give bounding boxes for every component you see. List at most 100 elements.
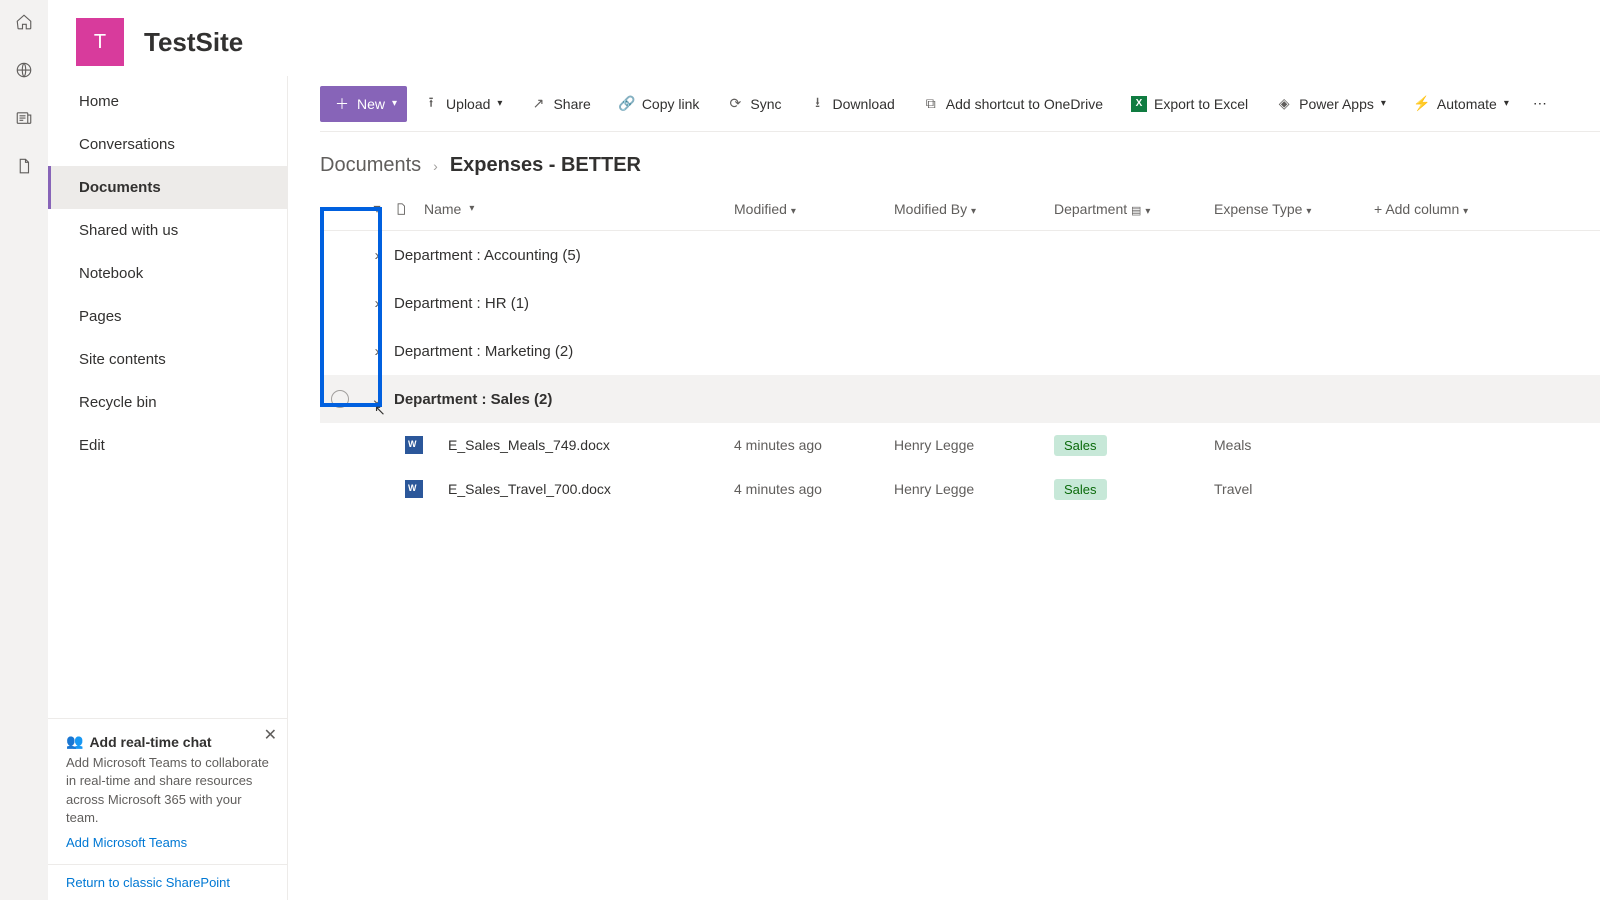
- shortcut-label: Add shortcut to OneDrive: [946, 96, 1103, 112]
- chevron-down-icon: ▾: [1504, 98, 1509, 109]
- upload-button[interactable]: ⭱ Upload ▾: [411, 86, 514, 122]
- site-tile[interactable]: T: [76, 18, 124, 66]
- cell-modified: 4 minutes ago: [734, 481, 894, 497]
- more-button[interactable]: ⋯: [1525, 86, 1555, 122]
- nav-documents[interactable]: Documents: [48, 166, 287, 209]
- upload-icon: ⭱: [423, 96, 439, 112]
- groupby-icon: ▤: [1131, 205, 1141, 217]
- automate-icon: ⚡: [1414, 96, 1430, 112]
- expand-toggle[interactable]: ›: [360, 247, 394, 264]
- chevron-right-icon: ›: [375, 343, 380, 360]
- col-modified-label: Modified: [734, 201, 787, 217]
- promo-link[interactable]: Add Microsoft Teams: [66, 835, 269, 850]
- file-name[interactable]: E_Sales_Meals_749.docx: [424, 437, 734, 453]
- teams-promo: ✕ 👥Add real-time chat Add Microsoft Team…: [48, 718, 287, 864]
- teams-icon: 👥: [66, 733, 83, 750]
- breadcrumb-folder: Expenses - BETTER: [450, 154, 641, 177]
- chevron-right-icon: ›: [375, 295, 380, 312]
- automate-label: Automate: [1437, 96, 1497, 112]
- nav-notebook[interactable]: Notebook: [48, 252, 287, 295]
- nav-shared[interactable]: Shared with us: [48, 209, 287, 252]
- col-name[interactable]: Name ▾: [424, 201, 734, 217]
- col-name-label: Name: [424, 201, 461, 217]
- sync-icon: ⟳: [727, 96, 743, 112]
- nav-recyclebin[interactable]: Recycle bin: [48, 381, 287, 424]
- site-header: T TestSite: [48, 0, 1600, 76]
- chevron-down-icon: ▾: [1145, 206, 1150, 217]
- col-etype-label: Expense Type: [1214, 201, 1302, 217]
- classic-link[interactable]: Return to classic SharePoint: [48, 864, 287, 900]
- col-dept-label: Department: [1054, 201, 1127, 217]
- powerapps-icon: ◈: [1276, 96, 1292, 112]
- col-expensetype[interactable]: Expense Type ▾: [1214, 201, 1374, 217]
- groupby-toggle[interactable]: ▾: [360, 200, 394, 217]
- ellipsis-icon: ⋯: [1533, 95, 1547, 112]
- chevron-down-icon: ▾: [1381, 98, 1386, 109]
- news-icon[interactable]: [14, 108, 34, 128]
- file-name[interactable]: E_Sales_Travel_700.docx: [424, 481, 734, 497]
- col-department[interactable]: Department ▤ ▾: [1054, 201, 1214, 217]
- column-header-row: ▾ Name ▾ Modified ▾ Modified By ▾ Departm…: [320, 187, 1600, 231]
- group-label: Department : Accounting (5): [394, 247, 1600, 264]
- close-icon[interactable]: ✕: [264, 725, 277, 745]
- download-button[interactable]: ⭳ Download: [798, 86, 907, 122]
- sync-button[interactable]: ⟳ Sync: [715, 86, 793, 122]
- command-bar: ＋ New ▾ ⭱ Upload ▾ ↗ Share 🔗: [320, 76, 1600, 132]
- table-row[interactable]: E_Sales_Travel_700.docx 4 minutes ago He…: [320, 467, 1600, 511]
- home-icon[interactable]: [14, 12, 34, 32]
- cell-modifiedby[interactable]: Henry Legge: [894, 437, 1054, 453]
- expand-toggle[interactable]: ›: [360, 295, 394, 312]
- nav-pages[interactable]: Pages: [48, 295, 287, 338]
- excel-icon: X: [1131, 96, 1147, 112]
- export-label: Export to Excel: [1154, 96, 1248, 112]
- chevron-down-icon: ▾: [971, 206, 976, 217]
- left-nav: Home Conversations Documents Shared with…: [48, 76, 288, 900]
- plus-icon: ＋: [334, 96, 350, 112]
- chevron-right-icon: ›: [375, 247, 380, 264]
- col-modified[interactable]: Modified ▾: [734, 201, 894, 217]
- document-list: ▾ Name ▾ Modified ▾ Modified By ▾ Departm…: [320, 187, 1600, 511]
- dept-pill: Sales: [1054, 435, 1107, 456]
- powerapps-button[interactable]: ◈ Power Apps ▾: [1264, 86, 1398, 122]
- app-rail: [0, 0, 48, 900]
- share-icon: ↗: [530, 96, 546, 112]
- share-button[interactable]: ↗ Share: [518, 86, 602, 122]
- export-button[interactable]: X Export to Excel: [1119, 86, 1260, 122]
- copylink-label: Copy link: [642, 96, 700, 112]
- file-icon[interactable]: [14, 156, 34, 176]
- filetype-column[interactable]: [394, 201, 424, 217]
- add-column[interactable]: + Add column ▾: [1374, 201, 1514, 217]
- group-marketing[interactable]: › Department : Marketing (2): [320, 327, 1600, 375]
- cell-modifiedby[interactable]: Henry Legge: [894, 481, 1054, 497]
- new-button[interactable]: ＋ New ▾: [320, 86, 407, 122]
- col-modifiedby-label: Modified By: [894, 201, 967, 217]
- group-hr[interactable]: › Department : HR (1): [320, 279, 1600, 327]
- nav-home[interactable]: Home: [48, 80, 287, 123]
- copylink-button[interactable]: 🔗 Copy link: [607, 86, 712, 122]
- site-title[interactable]: TestSite: [144, 27, 243, 58]
- automate-button[interactable]: ⚡ Automate ▾: [1402, 86, 1521, 122]
- select-radio[interactable]: [331, 390, 349, 408]
- chevron-down-icon: ▾: [791, 206, 796, 217]
- nav-sitecontents[interactable]: Site contents: [48, 338, 287, 381]
- chevron-down-icon: ▾: [469, 203, 474, 214]
- shortcut-button[interactable]: ⧉ Add shortcut to OneDrive: [911, 86, 1115, 122]
- collapse-toggle[interactable]: ⌄: [360, 390, 394, 408]
- col-modifiedby[interactable]: Modified By ▾: [894, 201, 1054, 217]
- upload-label: Upload: [446, 96, 490, 112]
- cell-etype: Travel: [1214, 481, 1374, 497]
- group-sales[interactable]: ⌄ Department : Sales (2): [320, 375, 1600, 423]
- breadcrumb: Documents › Expenses - BETTER: [320, 132, 1600, 187]
- share-label: Share: [553, 96, 590, 112]
- sync-label: Sync: [750, 96, 781, 112]
- breadcrumb-root[interactable]: Documents: [320, 154, 421, 177]
- globe-icon[interactable]: [14, 60, 34, 80]
- word-icon: [405, 436, 423, 454]
- shortcut-icon: ⧉: [923, 96, 939, 112]
- expand-toggle[interactable]: ›: [360, 343, 394, 360]
- chevron-down-icon: ▾: [1306, 206, 1311, 217]
- nav-edit[interactable]: Edit: [48, 424, 287, 467]
- table-row[interactable]: E_Sales_Meals_749.docx 4 minutes ago Hen…: [320, 423, 1600, 467]
- nav-conversations[interactable]: Conversations: [48, 123, 287, 166]
- group-accounting[interactable]: › Department : Accounting (5): [320, 231, 1600, 279]
